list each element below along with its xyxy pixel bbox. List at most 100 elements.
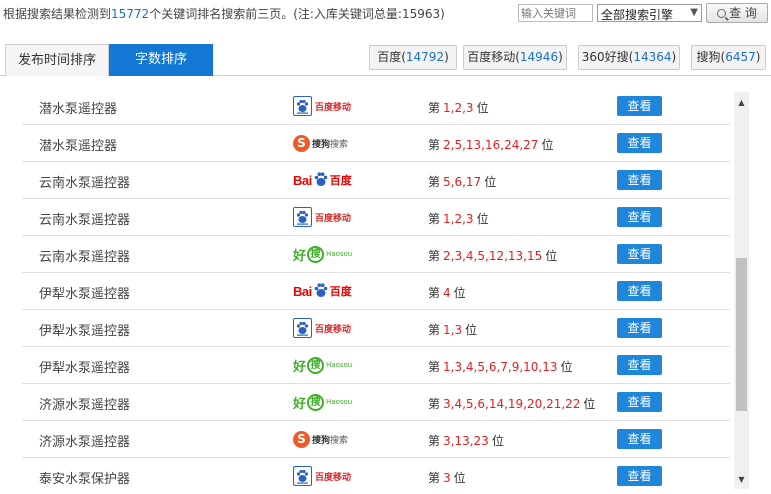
engine-tab-sogou[interactable]: 搜狗(6457) bbox=[691, 45, 766, 70]
view-button[interactable]: 查看 bbox=[617, 281, 662, 301]
rank-positions: 1,2,3 bbox=[443, 101, 474, 115]
rank-suffix: 位 bbox=[560, 360, 573, 374]
engine-tab-360[interactable]: 360好搜(14364) bbox=[578, 45, 680, 70]
keyword-text: 济源水泵遥控器 bbox=[39, 435, 131, 450]
list-item: 伊犁水泵遥控器 Bai 百度 第 4 位 查看 bbox=[22, 273, 730, 310]
baidu-paw-icon bbox=[293, 318, 312, 338]
query-button[interactable]: 查 询 bbox=[706, 3, 768, 23]
logo-text: 好 bbox=[293, 248, 307, 264]
list-item: 济源水泵遥控器 好 搜 Haosou 第 3,4,5,6,14,19,20,21,… bbox=[22, 384, 730, 421]
engine-tab-baidu[interactable]: 百度(14792) bbox=[369, 45, 457, 70]
engine-tab-baidu-mobile[interactable]: 百度移动(14946) bbox=[463, 45, 567, 70]
rank-suffix: 位 bbox=[476, 101, 489, 115]
list-item: 潜水泵遥控器 百度移动 第 1,2,3 位 查看 bbox=[22, 88, 730, 125]
rank-positions: 1,3 bbox=[443, 323, 463, 337]
baidu-paw-icon bbox=[293, 207, 312, 227]
rank-text: 第 5,6,17 位 bbox=[428, 173, 496, 190]
logo-text: 百度移动 bbox=[315, 102, 352, 113]
rank-text: 第 1,2,3 位 bbox=[428, 210, 489, 227]
view-button[interactable]: 查看 bbox=[617, 466, 662, 486]
rank-prefix: 第 bbox=[428, 397, 441, 411]
logo-text: 百度 bbox=[329, 285, 352, 298]
scrollbar-thumb[interactable] bbox=[736, 258, 747, 411]
baidu-paw-icon bbox=[293, 96, 312, 116]
rank-positions: 5,6,17 bbox=[443, 175, 482, 189]
logo-text: Bai bbox=[293, 172, 312, 188]
list-item: 济源水泵遥控器 S 搜狗搜索 第 3,13,23 位 查看 bbox=[22, 421, 730, 458]
haosou-magnifier-icon: 搜 bbox=[307, 356, 325, 374]
list-item: 泰安水泵保护器 百度移动 第 3 位 查看 bbox=[22, 458, 730, 494]
rank-suffix: 位 bbox=[583, 397, 596, 411]
logo-text-brand: 搜狗 bbox=[312, 139, 331, 150]
view-button[interactable]: 查看 bbox=[617, 207, 662, 227]
rank-positions: 3,13,23 bbox=[443, 434, 489, 448]
summary-text: 根据搜索结果检测到15772个关键词排名搜索前三页。(注:入库关键词总量:159… bbox=[3, 5, 445, 22]
engine-tab-count: 6457 bbox=[725, 50, 756, 64]
keyword-text: 潜水泵遥控器 bbox=[39, 102, 118, 117]
engine-tab-name: 百度移动 bbox=[467, 50, 516, 64]
keyword-text: 云南水泵遥控器 bbox=[39, 250, 131, 265]
view-button[interactable]: 查看 bbox=[617, 429, 662, 449]
haosou-logo: 好 搜 Haosou bbox=[293, 354, 355, 376]
logo-text: 百度 bbox=[329, 174, 352, 187]
logo-text: 搜狗搜索 bbox=[312, 433, 348, 446]
rank-positions: 2,3,4,5,12,13,15 bbox=[443, 249, 543, 263]
scroll-up-icon[interactable]: ▲ bbox=[734, 98, 749, 108]
view-button[interactable]: 查看 bbox=[617, 133, 662, 153]
tab-sort-by-time[interactable]: 发布时间排序 bbox=[5, 44, 109, 76]
engine-tab-count: 14792 bbox=[405, 50, 445, 64]
scrollbar[interactable]: ▲ ▼ bbox=[734, 92, 749, 489]
haosou-magnifier-icon: 搜 bbox=[307, 393, 325, 411]
rank-suffix: 位 bbox=[453, 286, 466, 300]
sogou-s-icon: S bbox=[293, 134, 310, 152]
rank-text: 第 3,4,5,6,14,19,20,21,22 位 bbox=[428, 395, 595, 412]
rank-text: 第 1,3 位 bbox=[428, 321, 477, 338]
keyword-text: 潜水泵遥控器 bbox=[39, 139, 118, 154]
rank-text: 第 2,5,13,16,24,27 位 bbox=[428, 136, 553, 153]
rank-text: 第 1,3,4,5,6,7,9,10,13 位 bbox=[428, 358, 573, 375]
engine-tab-count: 14946 bbox=[519, 50, 559, 64]
view-button[interactable]: 查看 bbox=[617, 170, 662, 190]
rank-suffix: 位 bbox=[491, 434, 504, 448]
rank-positions: 1,3,4,5,6,7,9,10,13 bbox=[443, 360, 558, 374]
list-item: 云南水泵遥控器 Bai 百度 第 5,6,17 位 查看 bbox=[22, 162, 730, 199]
baidu-paw-icon bbox=[293, 466, 312, 486]
logo-text: Haosou bbox=[326, 398, 353, 406]
rank-positions: 2,5,13,16,24,27 bbox=[443, 138, 539, 152]
keyword-text: 云南水泵遥控器 bbox=[39, 213, 131, 228]
rank-text: 第 2,3,4,5,12,13,15 位 bbox=[428, 247, 557, 264]
rank-prefix: 第 bbox=[428, 138, 441, 152]
rank-prefix: 第 bbox=[428, 249, 441, 263]
baidu-mobile-logo: 百度移动 bbox=[293, 465, 355, 487]
view-button[interactable]: 查看 bbox=[617, 318, 662, 338]
keyword-text: 泰安水泵保护器 bbox=[39, 472, 131, 487]
logo-text-brand: 搜狗 bbox=[312, 435, 331, 446]
view-button[interactable]: 查看 bbox=[617, 244, 662, 264]
baidu-mobile-logo: 百度移动 bbox=[293, 317, 355, 339]
view-button[interactable]: 查看 bbox=[617, 355, 662, 375]
rank-prefix: 第 bbox=[428, 360, 441, 374]
logo-text: 百度移动 bbox=[315, 472, 352, 483]
rank-prefix: 第 bbox=[428, 175, 441, 189]
keyword-search-input[interactable] bbox=[518, 4, 593, 22]
logo-text-word: 搜索 bbox=[330, 435, 349, 446]
list-item: 潜水泵遥控器 S 搜狗搜索 第 2,5,13,16,24,27 位 查看 bbox=[22, 125, 730, 162]
rank-prefix: 第 bbox=[428, 101, 441, 115]
engine-tab-name: 百度 bbox=[377, 50, 402, 64]
engine-select[interactable]: 全部搜索引擎 ▼ bbox=[597, 4, 702, 22]
rank-prefix: 第 bbox=[428, 286, 441, 300]
rank-suffix: 位 bbox=[541, 138, 554, 152]
rank-positions: 3 bbox=[443, 471, 451, 485]
summary-suffix: 个关键词排名搜索前三页。(注:入库关键词总量:15963) bbox=[149, 7, 445, 21]
baidu-paw-icon bbox=[313, 282, 329, 301]
tab-sort-by-length[interactable]: 字数排序 bbox=[109, 44, 213, 76]
view-button[interactable]: 查看 bbox=[617, 392, 662, 412]
engine-tab-name: 360好搜 bbox=[581, 50, 629, 64]
rank-prefix: 第 bbox=[428, 471, 441, 485]
logo-text: Bai bbox=[293, 283, 312, 299]
query-button-label: 查 询 bbox=[729, 6, 757, 20]
baidu-paw-icon bbox=[313, 171, 329, 190]
scroll-down-icon[interactable]: ▼ bbox=[734, 475, 749, 485]
view-button[interactable]: 查看 bbox=[617, 96, 662, 116]
logo-text: 百度移动 bbox=[315, 213, 352, 224]
